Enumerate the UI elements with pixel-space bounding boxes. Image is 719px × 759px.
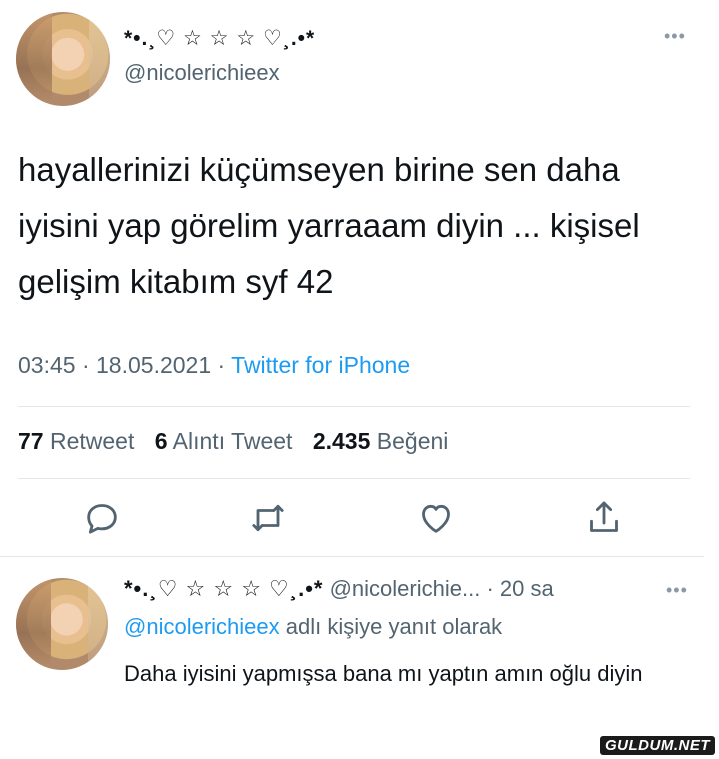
tweet-time: 03:45: [18, 352, 76, 378]
reply-header: *•.¸♡ ☆ ☆ ☆ ♡¸.•* @nicolerichie... · 20 …: [124, 576, 554, 602]
quotes-label[interactable]: Alıntı Tweet: [173, 428, 293, 454]
meta-separator: ·: [81, 352, 97, 378]
reply-to-handle-link[interactable]: @nicolerichieex: [124, 614, 280, 639]
share-icon[interactable]: [584, 498, 624, 538]
more-horizontal-icon[interactable]: •••: [664, 26, 686, 47]
meta-separator: ·: [486, 576, 494, 601]
likes-count[interactable]: 2.435: [313, 428, 371, 454]
retweet-icon[interactable]: [248, 498, 288, 538]
quotes-count[interactable]: 6: [155, 428, 168, 454]
reply-time[interactable]: 20 sa: [500, 576, 554, 601]
reply-text: Daha iyisini yapmışsa bana mı yaptın amı…: [124, 661, 643, 686]
like-icon[interactable]: [416, 498, 456, 538]
retweets-count[interactable]: 77: [18, 428, 44, 454]
tweet-text: hayallerinizi küçümseyen birine sen daha…: [18, 151, 640, 300]
author-handle[interactable]: @nicolerichieex: [124, 60, 280, 86]
divider: [0, 556, 704, 557]
tweet-stats: 77 Retweet 6 Alıntı Tweet 2.435 Beğeni: [18, 428, 448, 455]
tweet-meta: 03:45 · 18.05.2021 · Twitter for iPhone: [18, 352, 410, 379]
reply-icon[interactable]: [82, 498, 122, 538]
replying-to: @nicolerichieex adlı kişiye yanıt olarak: [124, 614, 502, 640]
more-horizontal-icon[interactable]: •••: [666, 580, 688, 601]
tweet-source-link[interactable]: Twitter for iPhone: [231, 352, 410, 378]
divider: [18, 478, 690, 479]
divider: [18, 406, 690, 407]
author-avatar[interactable]: [16, 12, 110, 106]
reply-avatar[interactable]: [16, 578, 108, 670]
likes-label[interactable]: Beğeni: [377, 428, 449, 454]
tweet-date: 18.05.2021: [96, 352, 212, 378]
watermark: GULDUM.NET: [600, 736, 715, 755]
reply-handle[interactable]: @nicolerichie...: [330, 576, 481, 601]
author-display-name[interactable]: *•.¸♡ ☆ ☆ ☆ ♡¸.•*: [124, 26, 315, 51]
retweets-label[interactable]: Retweet: [50, 428, 134, 454]
meta-separator: ·: [217, 352, 232, 378]
reply-display-name[interactable]: *•.¸♡ ☆ ☆ ☆ ♡¸.•*: [124, 576, 323, 601]
reply-to-suffix: adlı kişiye yanıt olarak: [285, 614, 503, 639]
